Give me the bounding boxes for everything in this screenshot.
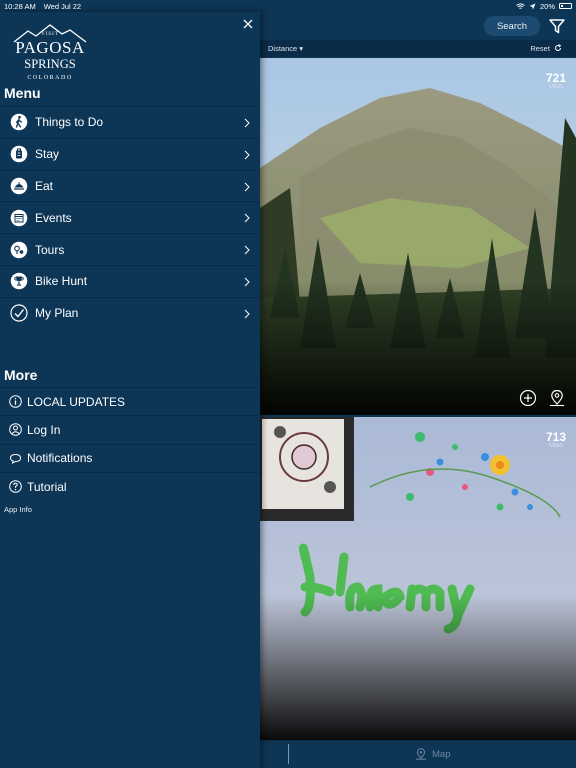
location-arrow-icon [529,3,536,9]
menu-item-label: My Plan [35,306,79,321]
menu-item-tours[interactable]: Tours [0,233,260,265]
chevron-right-icon [244,118,250,128]
status-time: 10:28 AM [4,1,36,11]
close-icon[interactable] [241,17,255,31]
distance-value: 713 [545,430,566,444]
more-item-label: Notifications [27,451,93,466]
menu-item-stay[interactable]: Stay [0,137,260,170]
info-icon [9,395,22,408]
menu-item-eat[interactable]: Eat [0,169,260,202]
menu-list: Things to Do Stay Eat Events Tours Bike … [0,106,260,329]
listing-card[interactable]: 721 Miles [260,58,576,415]
menu-item-events[interactable]: Events [0,201,260,233]
sort-dropdown[interactable]: Distance ▾ [268,44,303,53]
refresh-icon [555,44,562,51]
add-to-plan-icon[interactable] [519,389,537,407]
distance-badge: 713 Miles [546,431,566,449]
distance-value: 721 [545,71,566,85]
more-item-local-updates[interactable]: LOCAL UPDATES [0,387,260,415]
chevron-right-icon [244,182,250,191]
battery-icon [559,3,572,9]
logo-pagosa-text: PAGOSA [15,38,85,57]
more-item-label: LOCAL UPDATES [27,394,126,409]
app-screen: 10:28 AM Wed Jul 22 20% Search Distance … [0,0,576,768]
sort-bar: Distance ▾ Reset [260,40,576,57]
tour-map-icon [10,241,28,258]
menu-item-bike-hunt[interactable]: Bike Hunt [0,264,260,297]
chevron-right-icon [244,245,250,255]
distance-badge: 721 Miles [546,72,566,90]
checkmark-icon [10,304,28,322]
more-title: More [4,367,38,383]
mountain-photo [260,58,576,415]
more-item-label: Log In [27,422,61,437]
filter-icon[interactable] [548,17,566,35]
side-drawer: VISIT PAGOSA SPRINGS COLORADO Menu Thing… [0,12,260,768]
calendar-icon [10,209,28,227]
speech-bubble-icon [9,453,22,464]
menu-item-label: Eat [35,178,54,193]
hiker-icon [10,114,28,131]
chevron-right-icon [244,309,250,319]
map-tab-label: Map [432,748,451,760]
menu-item-label: Tours [35,242,65,257]
food-icon [10,177,28,195]
menu-title: Menu [4,85,41,101]
reset-button[interactable]: Reset [530,44,562,53]
visit-pagosa-springs-logo[interactable]: VISIT PAGOSA SPRINGS COLORADO [10,22,90,86]
user-icon [9,423,22,437]
logo-springs-text: SPRINGS [24,57,76,71]
more-list: LOCAL UPDATES Log In Notifications Tutor… [0,387,260,500]
search-button[interactable]: Search [484,16,540,36]
luggage-icon [10,145,28,163]
chevron-right-icon [244,214,250,223]
listing-card[interactable]: 713 Miles [260,417,576,740]
reset-label: Reset [530,44,550,53]
menu-item-my-plan[interactable]: My Plan [0,296,260,329]
menu-item-label: Events [35,210,72,225]
trophy-icon [10,273,28,290]
status-bar: 10:28 AM Wed Jul 22 20% [0,0,576,12]
menu-item-label: Stay [35,147,60,162]
question-icon [9,480,22,493]
nav-divider [288,744,289,764]
battery-percent: 20% [539,1,555,11]
map-tab[interactable]: Map [415,748,450,760]
status-date: Wed Jul 22 [43,1,82,11]
app-info-link[interactable]: App Info [4,505,32,514]
more-item-tutorial[interactable]: Tutorial [0,471,260,500]
more-item-log-in[interactable]: Log In [0,415,260,443]
chevron-right-icon [244,150,250,160]
wifi-icon [516,2,525,9]
map-pin-icon [416,748,426,760]
logo-colorado-text: COLORADO [27,75,73,81]
logo-visit-text: VISIT [41,32,59,37]
menu-item-label: Things to Do [35,115,104,130]
storefront-photo [260,417,576,740]
menu-item-label: Bike Hunt [35,274,88,289]
menu-item-things-to-do[interactable]: Things to Do [0,106,260,138]
more-item-notifications[interactable]: Notifications [0,443,260,472]
more-item-label: Tutorial [27,479,67,494]
chevron-right-icon [244,277,250,287]
map-pin-icon[interactable] [548,389,566,407]
